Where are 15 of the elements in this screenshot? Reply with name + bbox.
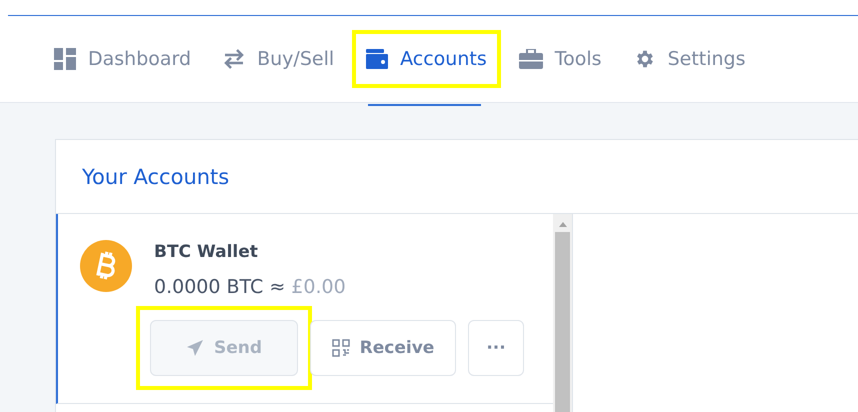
wallet-balance: 0.0000 BTC ≈ [154,276,286,298]
exchange-icon [223,49,246,69]
fiat-value: £0.00 [291,276,346,298]
scroll-up-arrow-icon[interactable] [558,220,568,228]
scrollbar[interactable] [553,214,572,412]
card-title: Your Accounts [56,140,858,214]
bitcoin-icon [80,240,132,292]
qr-code-icon [332,339,350,357]
wallet-icon [366,49,388,69]
receive-button[interactable]: Receive [310,320,456,376]
wallet-name: BTC Wallet [154,242,259,262]
more-button[interactable]: ··· [468,320,524,376]
dashboard-icon [54,48,76,70]
briefcase-icon [518,49,543,69]
send-icon [186,339,204,357]
